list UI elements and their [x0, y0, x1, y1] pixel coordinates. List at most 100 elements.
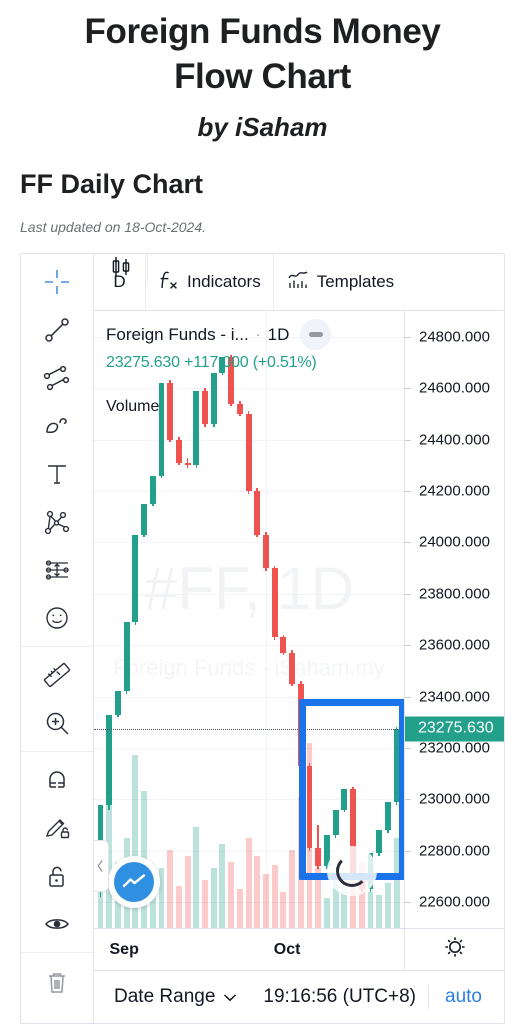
- clock-display[interactable]: 19:16:56 (UTC+8): [251, 986, 428, 1008]
- price-axis-tick: [405, 336, 411, 338]
- candle-body: [175, 439, 182, 463]
- isaham-logo-icon[interactable]: [108, 856, 160, 908]
- candle-body: [149, 475, 156, 504]
- current-price-badge: 23275.630: [405, 716, 504, 742]
- loading-spinner-icon: [326, 846, 377, 896]
- price-axis-tick: [405, 645, 411, 647]
- hide-drawings-icon[interactable]: [21, 900, 93, 948]
- volume-bar: [376, 895, 383, 928]
- volume-bar: [228, 862, 235, 928]
- price-axis-label: 22800.000: [419, 842, 490, 860]
- lock-drawings-icon[interactable]: [21, 852, 93, 900]
- candle-body: [184, 462, 191, 466]
- indicators-label: Indicators: [187, 272, 261, 291]
- collapse-panel-handle[interactable]: [94, 840, 109, 892]
- page-title: Foreign Funds Money Flow Chart: [16, 10, 509, 100]
- chart-top-toolbar: D Indicators Templates: [94, 254, 504, 311]
- zoom-in-icon[interactable]: [21, 699, 93, 747]
- stay-in-drawing-mode-icon[interactable]: [21, 804, 93, 852]
- price-axis-tick: [405, 490, 411, 492]
- drawing-group-options: [21, 752, 93, 953]
- price-axis-label: 23600.000: [419, 636, 490, 654]
- time-axis-label: Oct: [273, 940, 301, 958]
- volume-bar: [384, 883, 391, 928]
- volume-bar: [271, 865, 278, 928]
- drawing-group-remove: [21, 953, 93, 1009]
- volume-bar: [245, 838, 252, 928]
- chart-widget: D Indicators Templates #FF, 1D Foreign F…: [20, 253, 505, 1024]
- hide-series-icon[interactable]: [300, 319, 332, 350]
- legend-separator: ·: [255, 326, 261, 343]
- pattern-xabcd-icon[interactable]: [21, 498, 93, 546]
- price-axis-label: 24600.000: [419, 379, 490, 397]
- remove-drawings-icon[interactable]: [21, 957, 93, 1005]
- price-axis-tick: [405, 850, 411, 852]
- legend-quote-row: 23275.630 +117.000 (+0.51%): [106, 354, 331, 372]
- date-range-button[interactable]: Date Range: [100, 986, 251, 1008]
- crosshair-icon[interactable]: [21, 258, 93, 306]
- chart-settings-button[interactable]: [404, 929, 504, 970]
- legend-change-percent: (+0.51%): [252, 354, 317, 371]
- chart-type-button[interactable]: [94, 254, 148, 285]
- price-axis[interactable]: 24800.000 24600.000 24400.000 24200.000 2400…: [404, 311, 504, 928]
- templates-button[interactable]: Templates: [274, 254, 406, 310]
- legend-symbol[interactable]: Foreign Funds - i...: [106, 325, 249, 345]
- candle-body: [114, 691, 121, 715]
- indicators-button[interactable]: Indicators: [146, 254, 274, 310]
- candle-body: [123, 622, 130, 692]
- time-axis-label: Sep: [109, 940, 139, 958]
- gridline: [94, 696, 404, 698]
- volume-bar: [167, 850, 174, 928]
- magnet-icon[interactable]: [21, 756, 93, 804]
- text-tool-icon[interactable]: [21, 450, 93, 498]
- last-updated-text: Last updated on 18-Oct-2024.: [20, 218, 207, 235]
- templates-chart-icon: [286, 267, 310, 298]
- candle-body: [245, 413, 252, 491]
- price-axis-tick: [405, 542, 411, 544]
- volume-bar: [280, 892, 287, 928]
- chart-legend: Foreign Funds - i... · 1D 23275.630 +117…: [106, 319, 332, 416]
- price-axis-label: 23000.000: [419, 790, 490, 808]
- chevron-down-icon: [223, 986, 237, 1008]
- time-axis-labels[interactable]: Sep Oct: [94, 929, 404, 970]
- candle-body: [280, 637, 287, 653]
- brush-icon[interactable]: [21, 402, 93, 450]
- price-axis-tick: [405, 593, 411, 595]
- volume-bar: [289, 850, 296, 928]
- watermark-description: Foreign Funds - iSaham.my: [113, 654, 385, 680]
- auto-scale-button[interactable]: auto: [429, 986, 498, 1008]
- measure-ruler-icon[interactable]: [21, 651, 93, 699]
- byline: by iSaham: [197, 111, 328, 142]
- plot-area-wrapper: #FF, 1D Foreign Funds - iSaham.my Foreig…: [94, 311, 504, 928]
- candle-body: [254, 490, 261, 535]
- gear-icon: [442, 934, 468, 965]
- volume-bar: [210, 868, 217, 928]
- legend-change: +117.000: [184, 354, 249, 371]
- volume-bar: [175, 886, 182, 928]
- candle-body: [271, 568, 278, 638]
- chart-status-bar: Date Range 19:16:56 (UTC+8) auto: [94, 970, 504, 1023]
- long-position-icon[interactable]: [21, 546, 93, 594]
- legend-interval[interactable]: 1D: [268, 325, 290, 345]
- emoji-icon[interactable]: [21, 594, 93, 642]
- volume-bar: [202, 880, 208, 928]
- price-axis-tick: [405, 902, 411, 904]
- page-root: Foreign Funds Money Flow Chart by iSaham…: [0, 0, 525, 1024]
- section-title: FF Daily Chart: [20, 168, 204, 199]
- volume-bar: [236, 889, 243, 928]
- volume-bar: [254, 856, 261, 928]
- volume-bar: [184, 856, 191, 928]
- trend-line-icon[interactable]: [21, 306, 93, 354]
- fx-icon: [158, 267, 180, 298]
- date-range-label: Date Range: [114, 986, 216, 1007]
- price-axis-label: 23400.000: [419, 688, 490, 706]
- price-axis-label: 24000.000: [419, 533, 490, 551]
- page-header: Foreign Funds Money Flow Chart by iSaham…: [0, 0, 525, 235]
- gridline: [94, 593, 404, 595]
- legend-last-price: 23275.630: [106, 354, 180, 371]
- time-axis: Sep Oct: [94, 928, 504, 970]
- chart-plot[interactable]: #FF, 1D Foreign Funds - iSaham.my Foreig…: [94, 311, 404, 928]
- price-axis-tick: [405, 388, 411, 390]
- parallel-channel-icon[interactable]: [21, 354, 93, 402]
- price-axis-tick: [405, 799, 411, 801]
